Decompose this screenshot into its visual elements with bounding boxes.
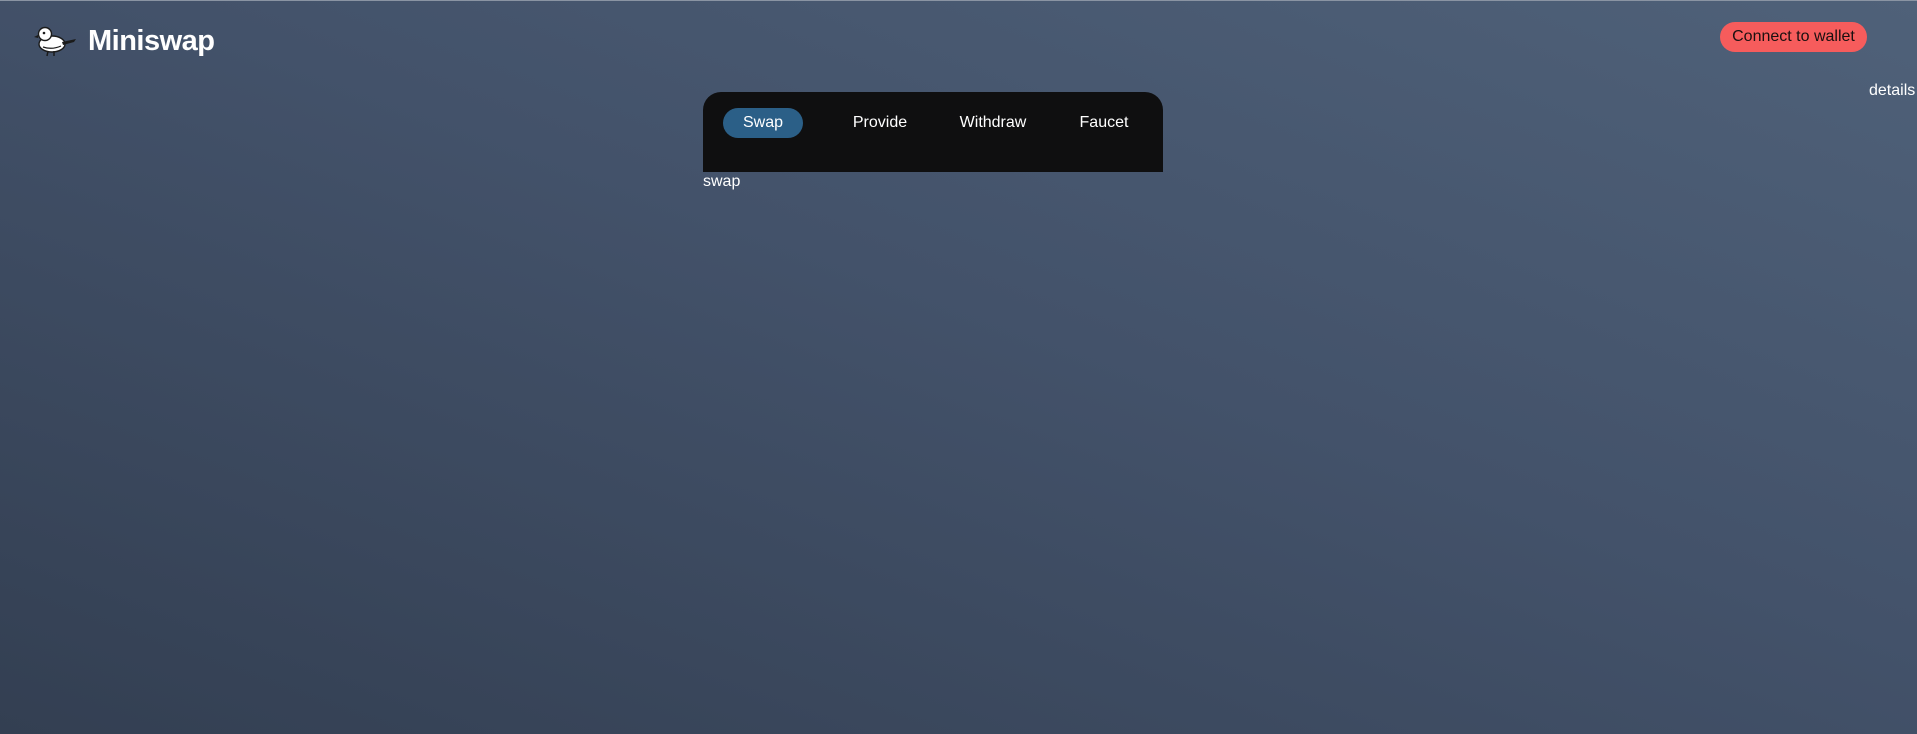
brand[interactable]: Miniswap (34, 23, 215, 59)
tab-bar: Swap Provide Withdraw Faucet (703, 92, 1163, 172)
brand-name: Miniswap (88, 24, 215, 57)
swap-content-label: swap (703, 173, 741, 190)
tab-withdraw[interactable]: Withdraw (943, 108, 1043, 138)
tab-provide[interactable]: Provide (833, 108, 927, 138)
tab-faucet[interactable]: Faucet (1057, 108, 1151, 138)
details-link[interactable]: details (1869, 82, 1915, 100)
duck-logo-icon (34, 26, 76, 57)
tab-swap[interactable]: Swap (723, 108, 803, 138)
connect-wallet-button[interactable]: Connect to wallet (1720, 22, 1867, 52)
